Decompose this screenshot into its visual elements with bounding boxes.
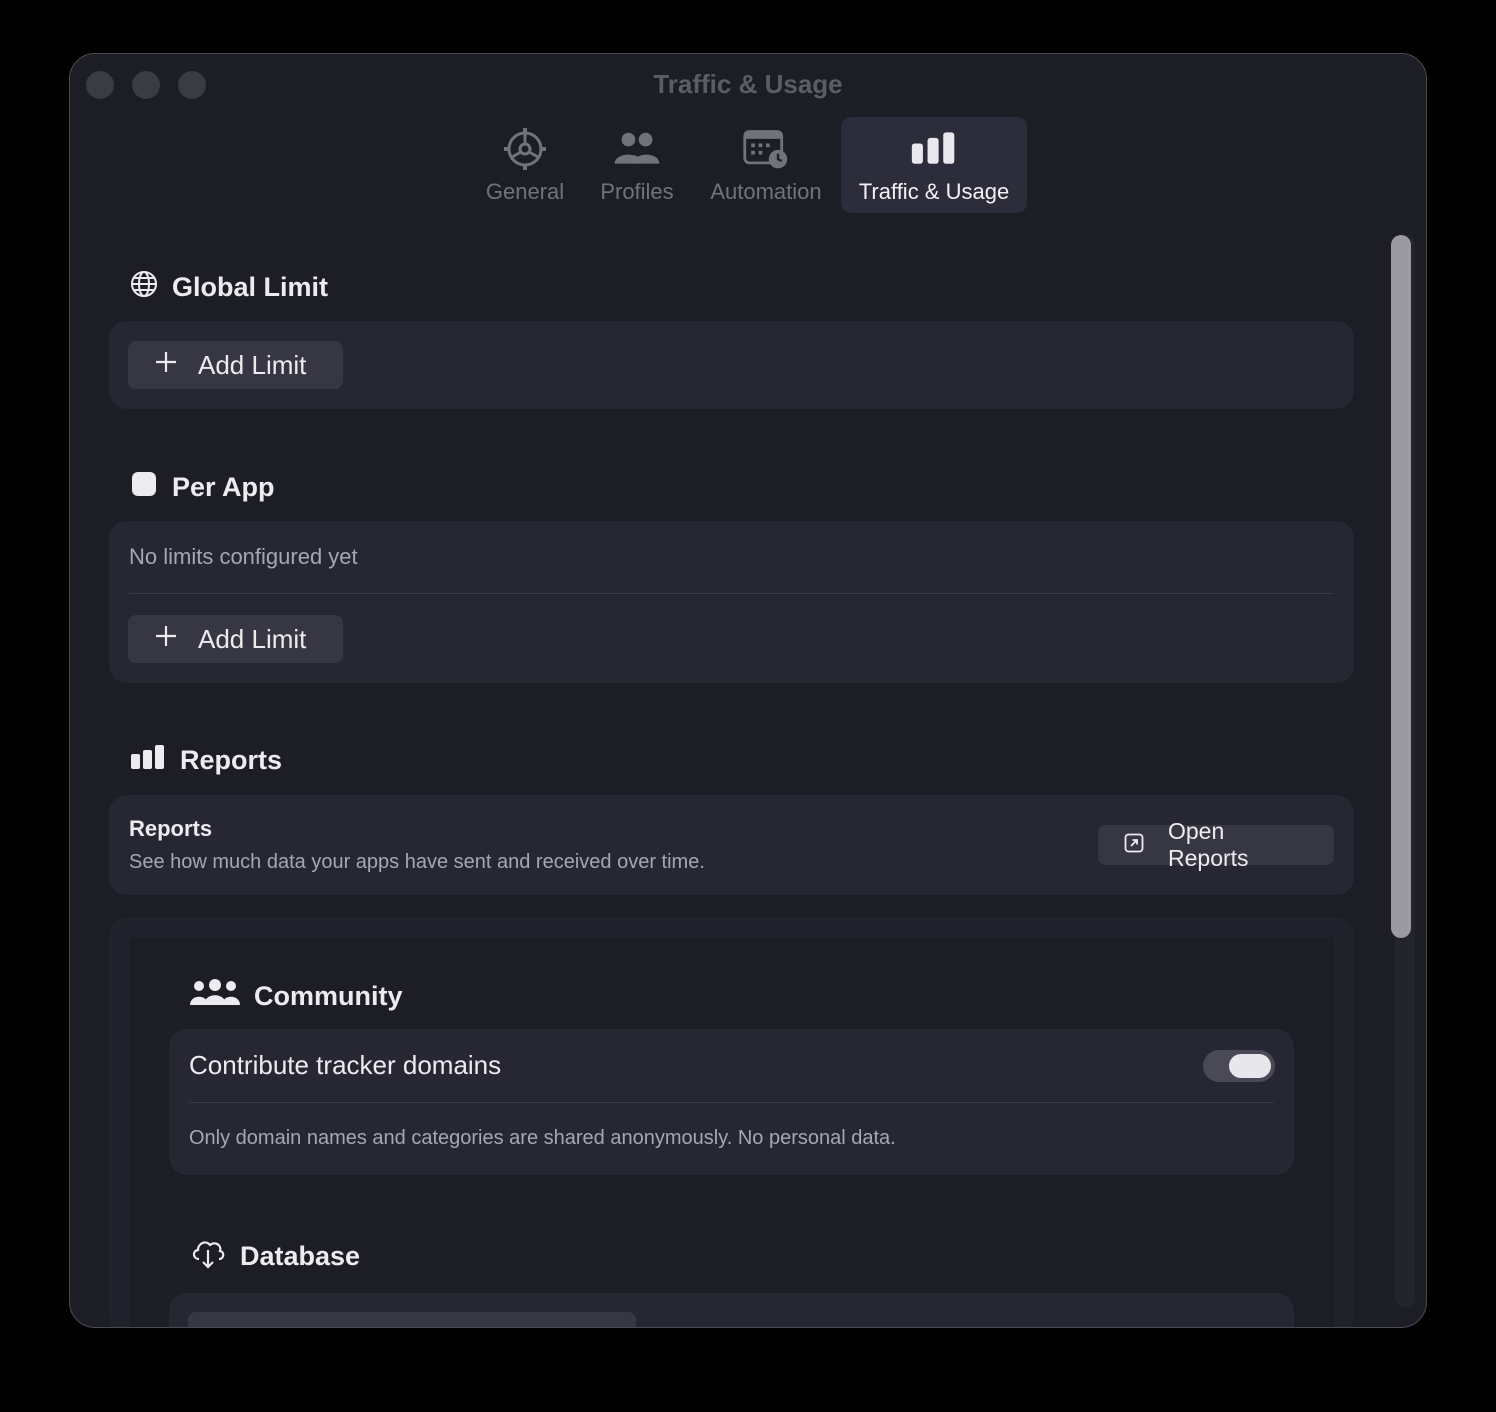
global-limit-header: Global Limit: [130, 270, 328, 305]
reports-row-title: Reports: [129, 816, 213, 841]
global-limit-card: Add Limit: [109, 321, 1354, 409]
gear-icon: [501, 125, 549, 173]
community-card: Contribute tracker domains Only domain n…: [169, 1029, 1294, 1175]
reports-row-description: See how much data your apps have sent an…: [129, 851, 705, 873]
per-app-header: Per App: [130, 470, 275, 505]
community-database-panel: Community Contribute tracker domains Onl…: [109, 917, 1354, 1327]
tab-label: Automation: [710, 179, 822, 204]
preferences-toolbar: General Profiles Automation Traffic & Us…: [70, 117, 1426, 213]
section-title: Community: [254, 981, 403, 1011]
settings-content[interactable]: Global Limit Add Limit Per App No limits…: [70, 226, 1426, 1327]
contribute-tracker-toggle[interactable]: [1203, 1050, 1275, 1082]
window-title: Traffic & Usage: [653, 69, 843, 99]
per-app-card: No limits configured yet Add Limit: [109, 521, 1354, 683]
scrollbar-thumb[interactable]: [1391, 235, 1411, 938]
globe-icon: [130, 270, 158, 305]
button-label: Add Limit: [198, 349, 307, 380]
bar-chart-icon: [910, 125, 958, 173]
community-header: Community: [190, 979, 403, 1014]
button-label: Add Limit: [198, 623, 307, 654]
plus-icon: [154, 624, 178, 655]
app-square-icon: [130, 470, 158, 505]
reports-card: Reports See how much data your apps have…: [109, 795, 1354, 895]
reports-header: Reports: [130, 744, 282, 777]
plus-icon: [154, 350, 178, 381]
section-title: Database: [240, 1241, 361, 1271]
open-reports-button[interactable]: Open Reports: [1098, 818, 1334, 871]
section-title: Global Limit: [172, 272, 329, 302]
tab-profiles[interactable]: Profiles: [590, 117, 684, 213]
database-action-button[interactable]: [188, 1312, 636, 1327]
divider: [189, 1102, 1274, 1103]
tab-automation[interactable]: Automation: [702, 117, 830, 213]
community-note: Only domain names and categories are sha…: [189, 1127, 896, 1149]
group-icon: [190, 979, 240, 1014]
tab-traffic-usage[interactable]: Traffic & Usage: [841, 117, 1027, 213]
database-header: Database: [190, 1237, 360, 1276]
external-window-icon: [1124, 832, 1144, 859]
section-title: Reports: [180, 745, 283, 775]
divider: [129, 593, 1334, 594]
add-app-limit-button[interactable]: Add Limit: [128, 615, 343, 663]
toggle-label: Contribute tracker domains: [189, 1050, 502, 1080]
inner-panel: Community Contribute tracker domains Onl…: [129, 937, 1334, 1327]
tab-label: Traffic & Usage: [858, 179, 1010, 204]
toggle-knob: [1229, 1054, 1271, 1078]
add-global-limit-button[interactable]: Add Limit: [128, 341, 343, 389]
section-title: Per App: [172, 472, 275, 502]
calendar-clock-icon: [742, 125, 790, 173]
preferences-window: Traffic & Usage General Profiles Automat…: [69, 53, 1427, 1328]
tab-label: Profiles: [600, 179, 674, 204]
cloud-download-icon: [190, 1237, 226, 1276]
empty-state-text: No limits configured yet: [129, 544, 358, 569]
bar-chart-icon: [130, 744, 166, 777]
database-card: [169, 1293, 1294, 1327]
tab-general[interactable]: General: [478, 117, 572, 213]
tab-label: General: [485, 179, 565, 204]
button-label: Open Reports: [1168, 818, 1249, 871]
people-icon: [613, 125, 661, 173]
